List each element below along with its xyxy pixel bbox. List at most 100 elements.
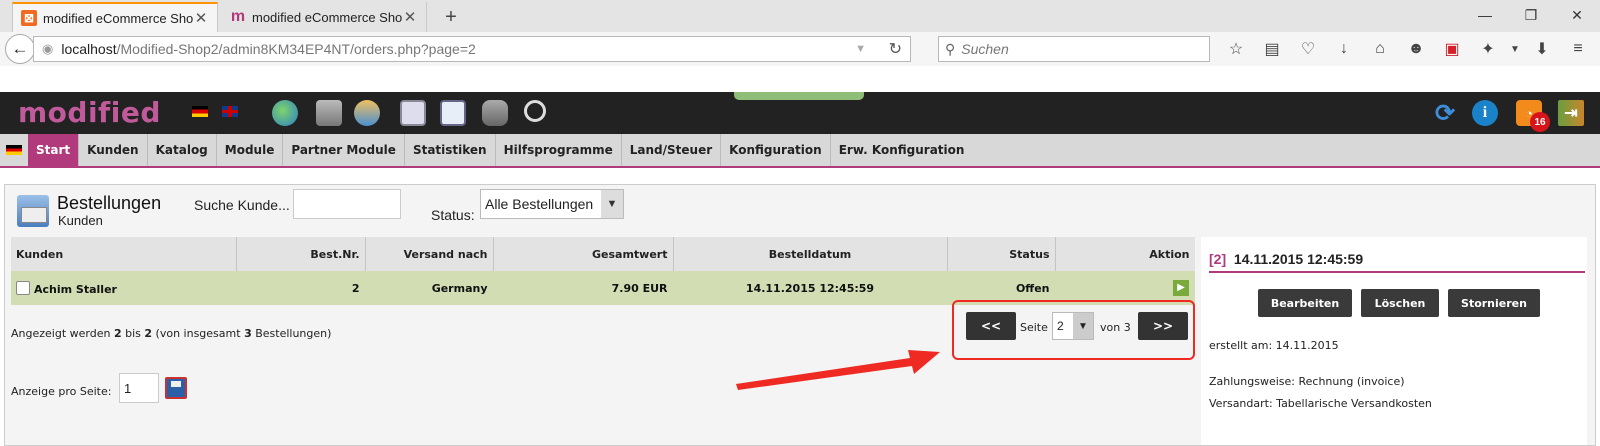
menu-item-erw-konfiguration[interactable]: Erw. Konfiguration xyxy=(831,134,973,166)
orders-table: Kunden Best.Nr. Versand nach Gesamtwert … xyxy=(11,237,1195,305)
summary-suffix: Bestellungen) xyxy=(255,327,332,340)
logout-icon[interactable]: ⇥ xyxy=(1558,100,1584,126)
col-header-total[interactable]: Gesamtwert xyxy=(493,237,674,271)
close-window-icon[interactable]: ✕ xyxy=(1554,0,1600,30)
pdf-icon[interactable]: ▣ xyxy=(1434,36,1470,62)
globe-icon: ◉ xyxy=(42,41,54,56)
notification-badge: 16 xyxy=(1530,112,1550,132)
status-select[interactable]: Alle Bestellungen ▼ xyxy=(480,189,624,219)
next-page-button[interactable]: >> xyxy=(1138,312,1188,340)
summary-total: 3 xyxy=(244,327,252,340)
cell-date: 14.11.2015 12:45:59 xyxy=(673,271,948,305)
customer-search-label: Suche Kunde... xyxy=(194,197,290,213)
summary-prefix: Angezeigt werden xyxy=(11,327,111,340)
customer-search-input[interactable] xyxy=(293,189,401,219)
summary-to: 2 xyxy=(144,327,153,340)
smiley-icon[interactable]: ☻ xyxy=(1398,36,1434,62)
divider xyxy=(1209,271,1585,273)
url-dropdown-icon[interactable]: ▼ xyxy=(855,43,866,55)
order-detail-panel: [2] 14.11.2015 12:45:59 Bearbeiten Lösch… xyxy=(1201,237,1587,445)
page-select-value: 2 xyxy=(1057,319,1064,333)
results-summary: Angezeigt werden 2 bis 2 (von insgesamt … xyxy=(11,327,331,340)
refresh-icon[interactable]: ⟳ xyxy=(1432,100,1458,127)
page-label: Seite xyxy=(1020,321,1048,334)
col-header-order-no[interactable]: Best.Nr. xyxy=(236,237,366,271)
cell-order-no: 2 xyxy=(236,271,366,305)
cell-ship-to: Germany xyxy=(365,271,494,305)
bookmark-star-icon[interactable]: ☆ xyxy=(1218,36,1254,62)
menu-item-statistiken[interactable]: Statistiken xyxy=(405,134,496,166)
menu-item-start[interactable]: Start xyxy=(28,134,80,166)
database-icon[interactable] xyxy=(482,100,508,126)
url-path: /Modified-Shop2/admin8KM34EP4NT/orders.p… xyxy=(116,41,476,57)
arrow-right-icon[interactable]: ▶ xyxy=(1173,280,1189,296)
menu-item-hilfsprogramme[interactable]: Hilfsprogramme xyxy=(496,134,622,166)
save-icon[interactable] xyxy=(165,377,187,399)
download-icon[interactable]: ↓ xyxy=(1326,36,1362,62)
col-header-ship-to[interactable]: Versand nach xyxy=(365,237,494,271)
col-header-customer[interactable]: Kunden xyxy=(11,237,237,271)
per-page-input[interactable]: 1 xyxy=(119,373,159,403)
close-tab-icon[interactable]: ✕ xyxy=(402,8,418,26)
window-controls: — ❐ ✕ xyxy=(1462,0,1600,30)
search-icon: ⚲ xyxy=(945,40,956,57)
back-button[interactable]: ← xyxy=(5,34,35,64)
pocket-icon[interactable]: ♡ xyxy=(1290,36,1326,62)
menu-item-land-steuer[interactable]: Land/Steuer xyxy=(622,134,722,166)
minimize-icon[interactable]: — xyxy=(1462,0,1508,30)
created-date: erstellt am: 14.11.2015 xyxy=(1209,339,1339,352)
restore-icon[interactable]: ❐ xyxy=(1508,0,1554,30)
form-icon[interactable] xyxy=(400,100,426,126)
extension-icon[interactable]: ✦ xyxy=(1470,36,1506,62)
menu-item-konfiguration[interactable]: Konfiguration xyxy=(721,134,831,166)
menu-item-module[interactable]: Module xyxy=(217,134,284,166)
extension-dropdown-icon[interactable]: ▼ xyxy=(1506,36,1524,62)
save-page-icon[interactable]: ⬇ xyxy=(1524,36,1560,62)
search-placeholder: Suchen xyxy=(961,41,1009,57)
header-handle[interactable] xyxy=(734,92,864,100)
browser-tab-1[interactable]: ⊠ modified eCommerce Sho... ✕ xyxy=(12,2,218,32)
english-flag-icon[interactable] xyxy=(222,106,238,117)
cell-customer: Achim Staller xyxy=(11,271,237,305)
url-bar[interactable]: ◉ localhost/Modified-Shop2/admin8KM34EP4… xyxy=(33,36,911,62)
documents-icon[interactable] xyxy=(440,100,466,126)
tab-title: modified eCommerce Sho... xyxy=(43,10,193,26)
browser-search-input[interactable]: ⚲ Suchen xyxy=(938,36,1210,62)
menu-hamburger-icon[interactable]: ≡ xyxy=(1560,36,1596,62)
summary-bis: bis xyxy=(125,327,141,340)
modified-logo[interactable]: modified xyxy=(18,96,161,129)
orders-basket-icon[interactable] xyxy=(316,100,342,126)
col-header-date[interactable]: Bestelldatum xyxy=(673,237,948,271)
payment-method: Zahlungsweise: Rechnung (invoice) xyxy=(1209,375,1405,388)
menu-item-partner-module[interactable]: Partner Module xyxy=(283,134,405,166)
col-header-status[interactable]: Status xyxy=(947,237,1056,271)
order-detail-title: [2] 14.11.2015 12:45:59 xyxy=(1209,251,1363,267)
german-flag-icon[interactable] xyxy=(192,106,208,117)
page-select[interactable]: 2 ▼ xyxy=(1052,312,1094,340)
info-icon[interactable]: i xyxy=(1472,100,1498,126)
cancel-order-button[interactable]: Stornieren xyxy=(1448,289,1540,317)
new-tab-button[interactable]: + xyxy=(436,2,466,32)
table-header-row: Kunden Best.Nr. Versand nach Gesamtwert … xyxy=(11,237,1195,271)
status-select-value: Alle Bestellungen xyxy=(485,196,594,212)
home-icon[interactable]: ⌂ xyxy=(1362,36,1398,62)
german-flag-icon[interactable] xyxy=(0,134,28,166)
page-subtitle: Kunden xyxy=(58,213,103,228)
delete-button[interactable]: Löschen xyxy=(1361,289,1439,317)
cell-total: 7.90 EUR xyxy=(493,271,674,305)
menu-item-kunden[interactable]: Kunden xyxy=(79,134,148,166)
url-host: localhost xyxy=(61,41,117,57)
reload-icon[interactable]: ↻ xyxy=(889,39,902,59)
browser-tab-2[interactable]: m modified eCommerce Sho... ✕ xyxy=(222,2,427,32)
prev-page-button[interactable]: << xyxy=(966,312,1016,340)
customers-icon[interactable] xyxy=(354,100,380,126)
search-icon[interactable] xyxy=(524,100,546,122)
menu-item-katalog[interactable]: Katalog xyxy=(148,134,217,166)
arrow-shape xyxy=(736,350,940,390)
browser-toolbar: ☆ ▤ ♡ ↓ ⌂ ☻ ▣ ✦ ▼ ⬇ ≡ xyxy=(1218,36,1596,62)
close-tab-icon[interactable]: ✕ xyxy=(193,9,209,27)
edit-button[interactable]: Bearbeiten xyxy=(1258,289,1352,317)
preview-icon[interactable] xyxy=(16,280,30,295)
website-globe-icon[interactable] xyxy=(272,100,298,126)
reading-list-icon[interactable]: ▤ xyxy=(1254,36,1290,62)
